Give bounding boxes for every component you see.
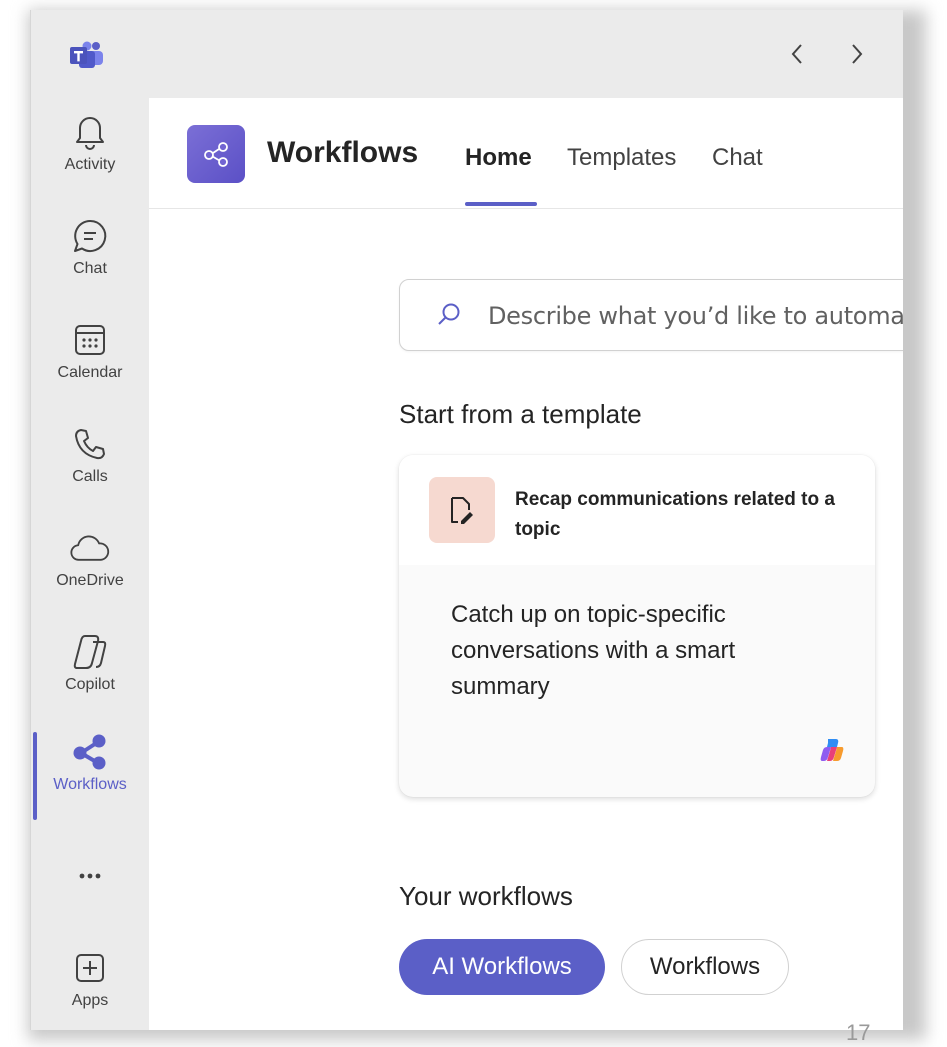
active-tab-underline bbox=[465, 202, 537, 206]
tab-chat[interactable]: Chat bbox=[712, 144, 763, 172]
teams-window: Activity Chat Calendar Calls OneDrive Co… bbox=[30, 10, 903, 1030]
cloud-icon bbox=[70, 528, 110, 568]
copilot-icon bbox=[70, 632, 110, 672]
tab-home[interactable]: Home bbox=[465, 144, 532, 172]
workflows-icon bbox=[70, 732, 110, 772]
copilot-logo-icon bbox=[820, 739, 844, 761]
chevron-left-icon bbox=[791, 44, 802, 64]
automation-search-input[interactable]: Describe what you’d like to automate bbox=[399, 279, 903, 351]
search-icon bbox=[438, 303, 460, 325]
phone-icon bbox=[70, 424, 110, 464]
rail-item-calendar[interactable]: Calendar bbox=[31, 320, 149, 412]
rail-item-chat[interactable]: Chat bbox=[31, 216, 149, 308]
tab-templates[interactable]: Templates bbox=[567, 144, 676, 172]
rail-item-label: OneDrive bbox=[56, 572, 124, 589]
template-card-description: Catch up on topic-specific conversations… bbox=[451, 601, 736, 700]
active-indicator bbox=[33, 732, 37, 820]
template-card-header: Recap communications related to a topic bbox=[399, 455, 875, 565]
calendar-icon bbox=[70, 320, 110, 360]
app-rail: Activity Chat Calendar Calls OneDrive Co… bbox=[31, 98, 149, 1030]
rail-item-label: Calendar bbox=[57, 364, 123, 381]
chevron-right-icon bbox=[852, 44, 863, 64]
rail-item-label: Calls bbox=[72, 468, 108, 485]
rail-item-activity[interactable]: Activity bbox=[31, 112, 149, 204]
chat-bubble-icon bbox=[70, 216, 110, 256]
filter-ai-workflows[interactable]: AI Workflows bbox=[399, 939, 605, 995]
rail-item-more[interactable] bbox=[31, 856, 149, 948]
rail-item-label: Apps bbox=[71, 992, 109, 1009]
rail-item-onedrive[interactable]: OneDrive bbox=[31, 528, 149, 620]
app-header: Workflows Home Templates Chat bbox=[149, 98, 903, 209]
document-edit-icon bbox=[429, 477, 495, 543]
bell-icon bbox=[70, 112, 110, 152]
title-bar bbox=[31, 10, 903, 98]
templates-heading: Start from a template bbox=[399, 399, 642, 429]
add-apps-icon bbox=[70, 948, 110, 988]
rail-item-apps[interactable]: Apps bbox=[31, 948, 149, 1030]
forward-button[interactable] bbox=[843, 40, 871, 68]
rail-item-calls[interactable]: Calls bbox=[31, 424, 149, 516]
main-content: Describe what you’d like to automate Sta… bbox=[149, 209, 903, 1030]
back-button[interactable] bbox=[783, 40, 811, 68]
rail-item-label: Copilot bbox=[65, 676, 115, 693]
app-title: Workflows bbox=[267, 136, 419, 169]
rail-item-label: Workflows bbox=[53, 776, 127, 793]
template-card-title: Recap communications related to a topic bbox=[515, 489, 835, 540]
rail-item-label: Activity bbox=[64, 156, 116, 173]
teams-logo-icon bbox=[70, 41, 103, 68]
your-workflows-heading: Your workflows bbox=[399, 881, 573, 911]
filter-workflows[interactable]: Workflows bbox=[621, 939, 789, 995]
rail-item-label: Chat bbox=[73, 260, 107, 277]
page-number: 17 bbox=[846, 1020, 871, 1045]
rail-item-workflows[interactable]: Workflows bbox=[31, 732, 149, 824]
rail-item-copilot[interactable]: Copilot bbox=[31, 632, 149, 724]
template-card[interactable]: Recap communications related to a topic … bbox=[399, 455, 875, 797]
search-placeholder: Describe what you’d like to automate bbox=[488, 302, 903, 330]
workflows-app-icon bbox=[187, 125, 245, 183]
more-icon bbox=[70, 856, 110, 896]
